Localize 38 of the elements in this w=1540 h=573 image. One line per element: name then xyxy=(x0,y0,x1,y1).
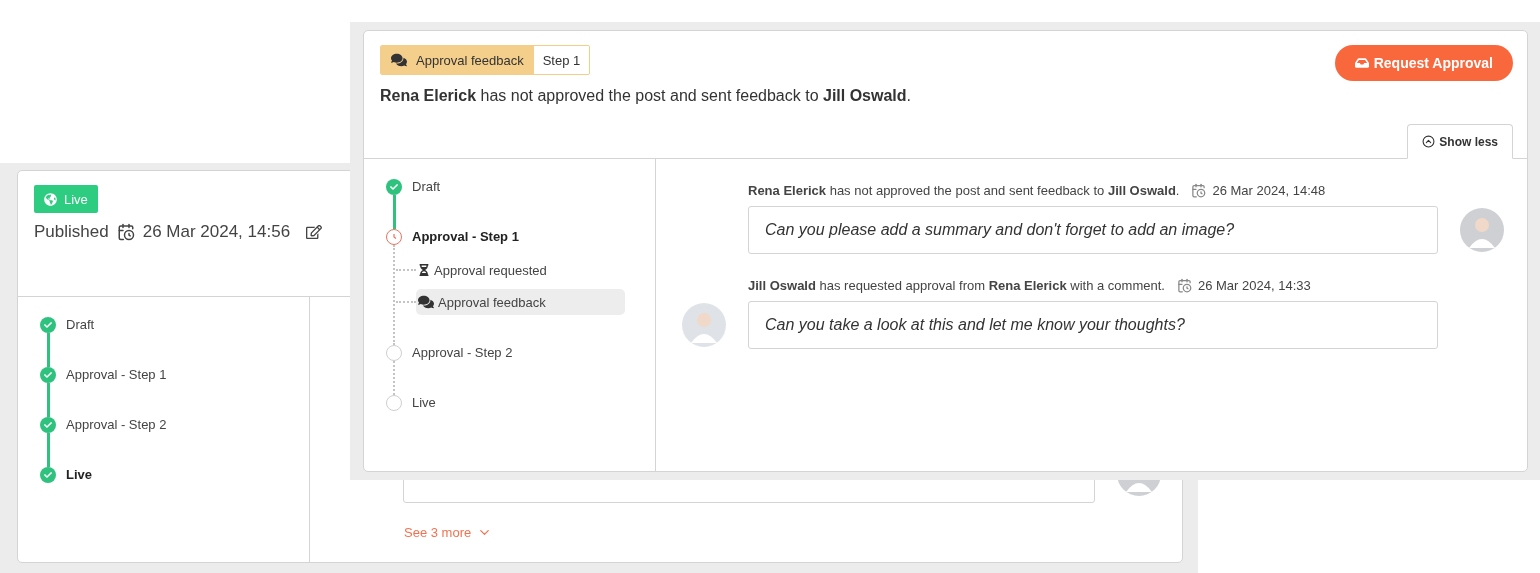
inbox-icon xyxy=(1354,56,1369,70)
step-label: Approval - Step 2 xyxy=(66,417,167,433)
comment-bubble: Can you take a look at this and let me know your thoughts? xyxy=(748,301,1438,349)
calendar-clock-icon xyxy=(116,223,135,241)
step-label: Draft xyxy=(66,317,95,333)
live-badge: Live xyxy=(34,185,98,213)
message-date: 26 Mar 2024, 14:33 xyxy=(1197,278,1311,293)
step-label: Live xyxy=(412,395,436,411)
message-header: Rena Elerick has not approved the post and sent feedback to Jill Oswald. xyxy=(748,183,1180,198)
chat-icon xyxy=(391,52,407,68)
message-date: 26 Mar 2024, 14:48 xyxy=(1212,183,1326,198)
step-label: Approval - Step 1 xyxy=(412,229,520,245)
avatar xyxy=(682,303,726,347)
step-label: Approval - Step 1 xyxy=(66,367,167,383)
hourglass-icon xyxy=(418,264,430,276)
published-date: 26 Mar 2024, 14:56 xyxy=(142,222,291,242)
check-icon xyxy=(44,371,52,379)
approval-feedback-badge: Approval feedback xyxy=(381,46,534,74)
edit-icon[interactable] xyxy=(306,224,323,240)
check-icon xyxy=(44,471,52,479)
published-label: Published xyxy=(34,222,109,242)
step-label: Approval - Step 2 xyxy=(412,345,513,361)
timeline-entry[interactable]: Approval requested xyxy=(416,257,625,283)
comment-bubble: Can you please add a summary and don't forget to add an image? xyxy=(748,206,1438,254)
calendar-clock-icon xyxy=(1176,278,1192,293)
calendar-clock-icon xyxy=(1191,183,1207,198)
show-less-button[interactable]: Show less xyxy=(1407,124,1513,159)
step-label: Live xyxy=(66,467,92,483)
chevron-up-icon xyxy=(1422,135,1436,148)
step-label: Draft xyxy=(412,179,441,195)
check-icon xyxy=(44,421,52,429)
check-icon xyxy=(44,321,52,329)
check-icon xyxy=(390,183,398,191)
avatar xyxy=(1460,208,1504,252)
timeline-entry[interactable]: Approval feedback xyxy=(416,289,625,315)
approval-summary: Rena Elerick has not approved the post and sent feedback to Jill Oswald. xyxy=(380,87,913,105)
chat-icon xyxy=(418,294,434,310)
message-header: Jill Oswald has requested approval from Rena Elerick with a comment. xyxy=(748,278,1165,293)
